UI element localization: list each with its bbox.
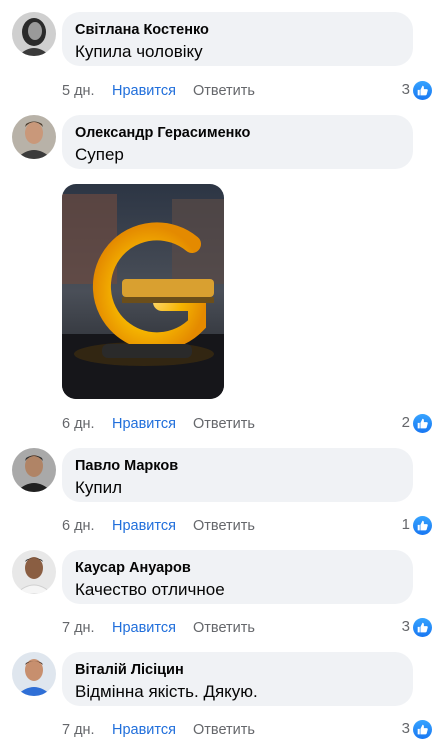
comment-actions: 7 дн. Нравится Ответить 3 xyxy=(62,617,432,638)
like-count: 3 xyxy=(401,720,410,737)
like-button[interactable]: Нравится xyxy=(112,618,176,638)
reaction-count[interactable]: 3 xyxy=(402,617,432,637)
comment-time[interactable]: 6 дн. xyxy=(62,414,95,434)
reply-button[interactable]: Ответить xyxy=(193,516,255,536)
avatar[interactable] xyxy=(12,652,56,696)
comment-text: Купила чоловіку xyxy=(75,42,203,61)
comment-actions: 6 дн. Нравится Ответить 2 xyxy=(62,413,432,434)
like-count: 2 xyxy=(401,414,410,431)
reply-button[interactable]: Ответить xyxy=(193,81,255,101)
avatar[interactable] xyxy=(12,115,56,159)
comment-text: Качество отличное xyxy=(75,580,225,599)
avatar-woman-icon xyxy=(12,12,56,56)
comment-author[interactable]: Олександр Герасименко xyxy=(75,124,400,143)
avatar-man-icon xyxy=(12,115,56,159)
like-count: 3 xyxy=(401,81,410,98)
thumbs-up-icon xyxy=(413,617,432,637)
comment-bubble: Віталій Лісіцин Відмінна якість. Дякую. xyxy=(62,652,413,706)
avatar-man-icon xyxy=(12,652,56,696)
comment-author[interactable]: Павло Марков xyxy=(75,457,400,476)
like-button[interactable]: Нравится xyxy=(112,516,176,536)
like-button[interactable]: Нравится xyxy=(112,414,176,434)
reply-button[interactable]: Ответить xyxy=(193,414,255,434)
comment-actions: 5 дн. Нравится Ответить 3 xyxy=(62,80,432,101)
comment-text: Супер xyxy=(75,145,124,164)
thumbs-up-icon xyxy=(413,80,432,100)
thumbs-up-icon xyxy=(413,515,432,535)
comment-bubble: Світлана Костенко Купила чоловіку xyxy=(62,12,413,66)
thumbs-up-icon xyxy=(413,413,432,433)
comment-time[interactable]: 7 дн. xyxy=(62,720,95,740)
avatar-man-icon xyxy=(12,448,56,492)
reaction-count[interactable]: 3 xyxy=(402,80,432,100)
like-count: 3 xyxy=(401,618,410,635)
reply-button[interactable]: Ответить xyxy=(193,720,255,740)
comment-actions: 7 дн. Нравится Ответить 3 xyxy=(62,719,432,740)
avatar[interactable] xyxy=(12,448,56,492)
comment-bubble: Олександр Герасименко Супер xyxy=(62,115,413,169)
comment-time[interactable]: 7 дн. xyxy=(62,618,95,638)
reaction-count[interactable]: 3 xyxy=(402,719,432,739)
comment-author[interactable]: Каусар Ануаров xyxy=(75,559,400,578)
like-count: 1 xyxy=(401,516,410,533)
comment-author[interactable]: Віталій Лісіцин xyxy=(75,661,400,680)
comment-time[interactable]: 5 дн. xyxy=(62,81,95,101)
like-button[interactable]: Нравится xyxy=(112,720,176,740)
g-shaped-lamp-photo xyxy=(62,184,224,399)
avatar[interactable] xyxy=(12,550,56,594)
avatar[interactable] xyxy=(12,12,56,56)
comment-author[interactable]: Світлана Костенко xyxy=(75,21,400,40)
comment-photo[interactable] xyxy=(62,184,224,399)
reaction-count[interactable]: 2 xyxy=(402,413,432,433)
avatar-man-icon xyxy=(12,550,56,594)
comment-bubble: Павло Марков Купил xyxy=(62,448,413,502)
reaction-count[interactable]: 1 xyxy=(402,515,432,535)
comment-actions: 6 дн. Нравится Ответить 1 xyxy=(62,515,432,536)
like-button[interactable]: Нравится xyxy=(112,81,176,101)
comment-time[interactable]: 6 дн. xyxy=(62,516,95,536)
comment-text: Купил xyxy=(75,478,123,497)
comment-bubble: Каусар Ануаров Качество отличное xyxy=(62,550,413,604)
reply-button[interactable]: Ответить xyxy=(193,618,255,638)
comment-text: Відмінна якість. Дякую. xyxy=(75,682,258,701)
thumbs-up-icon xyxy=(413,719,432,739)
